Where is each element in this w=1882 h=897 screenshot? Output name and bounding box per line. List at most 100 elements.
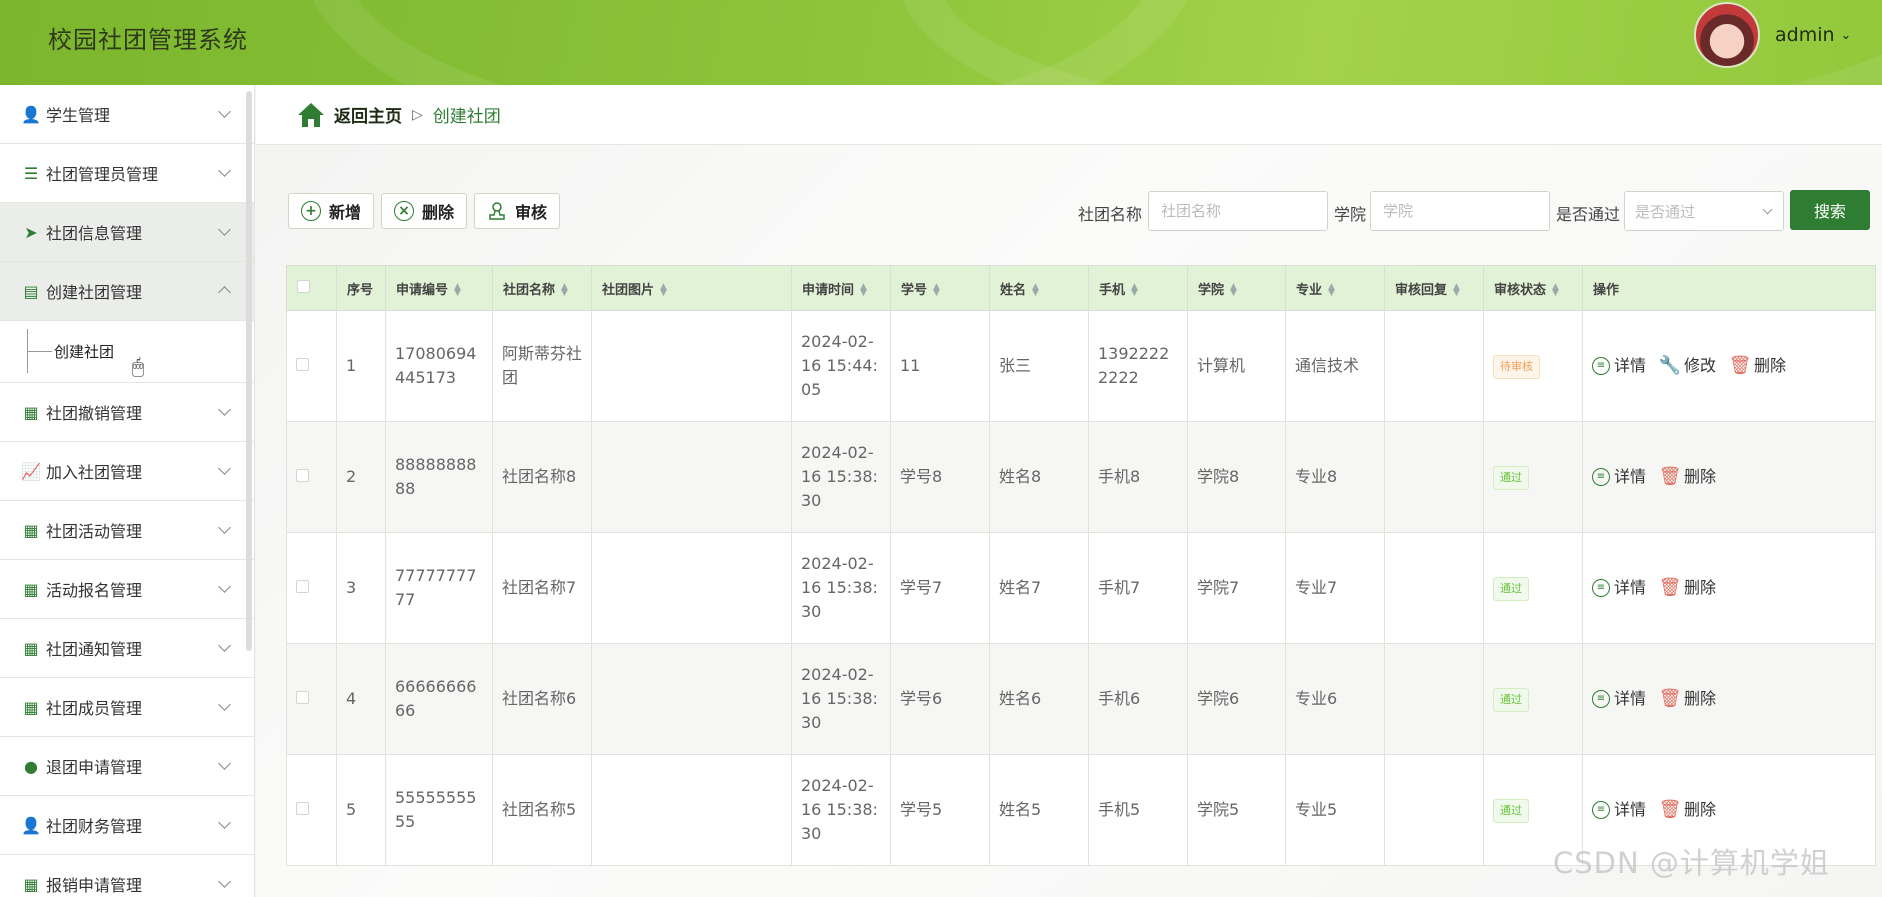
sort-icon: ▲ ▼ <box>860 282 867 298</box>
detail-button[interactable]: ≡ 详情 <box>1592 354 1646 378</box>
plus-icon: + <box>301 201 321 221</box>
header-cell[interactable]: 学号 ▲ ▼ <box>890 265 990 311</box>
sidebar-item-label: 社团信息管理 <box>46 224 143 243</box>
row-checkbox[interactable] <box>296 691 309 704</box>
table-cell-reply <box>1384 532 1484 644</box>
sidebar-item[interactable]: ☰ 社团管理员管理 <box>0 144 254 203</box>
header-cell[interactable]: 社团图片 ▲ ▼ <box>591 265 792 311</box>
header-cell[interactable]: 专业 ▲ ▼ <box>1285 265 1385 311</box>
row-delete-button[interactable]: 🗑 删除 <box>1659 687 1716 711</box>
details-icon: ≡ <box>1592 579 1610 597</box>
select-all-checkbox[interactable] <box>297 279 310 293</box>
passed-select[interactable]: 是否通过 <box>1624 191 1784 231</box>
sort-icon: ▲ ▼ <box>933 282 940 298</box>
sidebar-item[interactable]: 👤 学生管理 <box>0 85 254 144</box>
sidebar-item[interactable]: ▦ 社团通知管理 <box>0 619 254 678</box>
sidebar-item[interactable]: ➤ 社团信息管理 <box>0 203 254 262</box>
sidebar-item[interactable]: ● 退团申请管理 <box>0 737 254 796</box>
sort-icon: ▲ ▼ <box>1032 282 1039 298</box>
college-input[interactable] <box>1370 191 1550 231</box>
row-checkbox[interactable] <box>296 469 309 482</box>
header-cell[interactable]: 申请时间 ▲ ▼ <box>791 265 891 311</box>
detail-button[interactable]: ≡ 详情 <box>1592 576 1646 600</box>
search-button[interactable]: 搜索 <box>1790 190 1870 230</box>
user-menu[interactable]: admin ⌄ <box>1775 24 1851 46</box>
avatar[interactable] <box>1694 2 1760 68</box>
table-cell-name: 社团名称7 <box>492 532 592 644</box>
breadcrumb-current: 创建社团 <box>432 107 501 127</box>
details-icon: ≡ <box>1592 801 1610 819</box>
sidebar-item[interactable]: ▦ 社团撤销管理 <box>0 383 254 442</box>
table-cell-reply <box>1384 754 1484 866</box>
row-delete-button[interactable]: 🗑 删除 <box>1659 465 1716 489</box>
header-cell: 操作 <box>1582 265 1876 311</box>
header-cell[interactable]: 审核回复 ▲ ▼ <box>1384 265 1484 311</box>
row-checkbox[interactable] <box>296 358 309 371</box>
table-cell-college: 学院5 <box>1187 754 1286 866</box>
passed-label: 是否通过 <box>1556 205 1621 224</box>
watermark: CSDN @计算机学姐 <box>1553 846 1830 880</box>
paper-plane-icon: ➤ <box>24 222 38 242</box>
row-delete-button[interactable]: 🗑 删除 <box>1659 798 1717 822</box>
breadcrumb-separator: ▷ <box>412 106 423 123</box>
mouse-cursor-icon: 🖱 <box>132 354 144 378</box>
table-cell-student_name: 姓名8 <box>989 421 1089 533</box>
status-badge: 通过 <box>1493 466 1529 490</box>
sidebar-item[interactable]: ▦ 报销申请管理 <box>0 855 254 897</box>
sidebar-subitem[interactable]: 创建社团 <box>0 321 254 383</box>
sidebar-item[interactable]: ▤ 创建社团管理 <box>0 262 254 321</box>
row-checkbox[interactable] <box>296 580 309 593</box>
row-checkbox[interactable] <box>296 802 309 815</box>
table-cell-college: 学院6 <box>1187 643 1286 755</box>
details-icon: ≡ <box>1592 690 1610 708</box>
header-cell[interactable]: 审核状态 ▲ ▼ <box>1483 265 1583 311</box>
header-cell[interactable]: 申请编号 ▲ ▼ <box>385 265 493 311</box>
sidebar-item[interactable]: 📈 加入社团管理 <box>0 442 254 501</box>
chevron-down-icon <box>218 757 231 770</box>
trash-icon: 🗑 <box>1728 355 1752 376</box>
sidebar-scrollbar[interactable] <box>246 91 252 651</box>
sidebar-item-label: 报销申请管理 <box>46 876 143 895</box>
chevron-down-icon <box>218 875 231 888</box>
row-delete-button[interactable]: 🗑 删除 <box>1658 576 1716 600</box>
chevron-down-icon <box>218 105 231 118</box>
sidebar-item[interactable]: ▦ 活动报名管理 <box>0 560 254 619</box>
header-cell[interactable]: 社团名称 ▲ ▼ <box>492 265 592 311</box>
table-row: 2 8888888888 社团名称8 2024-02-16 15:38:30 学号8 姓名… <box>286 421 1876 533</box>
clipboard-icon: ▤ <box>23 281 39 301</box>
header-label: 操作 <box>1593 282 1620 298</box>
header-cell[interactable]: 姓名 ▲ ▼ <box>989 265 1089 311</box>
header-label: 专业 <box>1296 282 1323 298</box>
sidebar-item-label: 加入社团管理 <box>46 463 143 482</box>
edit-button[interactable]: 🔧 修改 <box>1659 354 1716 378</box>
table-cell-time: 2024-02-16 15:38:30 <box>791 532 891 644</box>
person-icon: 👤 <box>21 104 41 124</box>
table-cell-student_name: 姓名6 <box>989 643 1089 755</box>
header-cell[interactable]: 学院 ▲ ▼ <box>1187 265 1286 311</box>
detail-button[interactable]: ≡ 详情 <box>1592 687 1646 711</box>
table-cell-time: 2024-02-16 15:44:05 <box>791 310 891 422</box>
detail-button[interactable]: ≡ 详情 <box>1592 798 1646 822</box>
table-cell-app_id: 7777777777 <box>385 532 493 644</box>
club-name-input[interactable] <box>1148 191 1328 231</box>
home-icon[interactable] <box>296 101 326 129</box>
table-cell <box>286 643 337 755</box>
detail-button[interactable]: ≡ 详情 <box>1592 465 1646 489</box>
chevron-down-icon <box>218 816 231 829</box>
sidebar-item-label: 学生管理 <box>46 106 111 125</box>
op-label: 删除 <box>1684 800 1717 819</box>
sidebar-item[interactable]: ▦ 社团活动管理 <box>0 501 254 560</box>
sidebar-item[interactable]: ▦ 社团成员管理 <box>0 678 254 737</box>
delete-button[interactable]: × 删除 <box>381 193 468 229</box>
table-row: 4 6666666666 社团名称6 2024-02-16 15:38:30 学号6 姓名… <box>286 643 1876 755</box>
header-cell[interactable]: 手机 ▲ ▼ <box>1088 265 1188 311</box>
row-delete-button[interactable]: 🗑 删除 <box>1728 354 1786 378</box>
breadcrumb-home[interactable]: 返回主页 <box>334 102 402 127</box>
table-cell-college: 学院7 <box>1187 532 1286 644</box>
trash-icon: 🗑 <box>1658 577 1682 598</box>
audit-button[interactable]: 审核 <box>474 193 561 229</box>
table-cell-student_id: 学号6 <box>890 643 990 755</box>
list-icon: ☰ <box>23 163 39 183</box>
sidebar-item[interactable]: 👤 社团财务管理 <box>0 796 254 855</box>
add-button[interactable]: + 新增 <box>288 193 375 229</box>
